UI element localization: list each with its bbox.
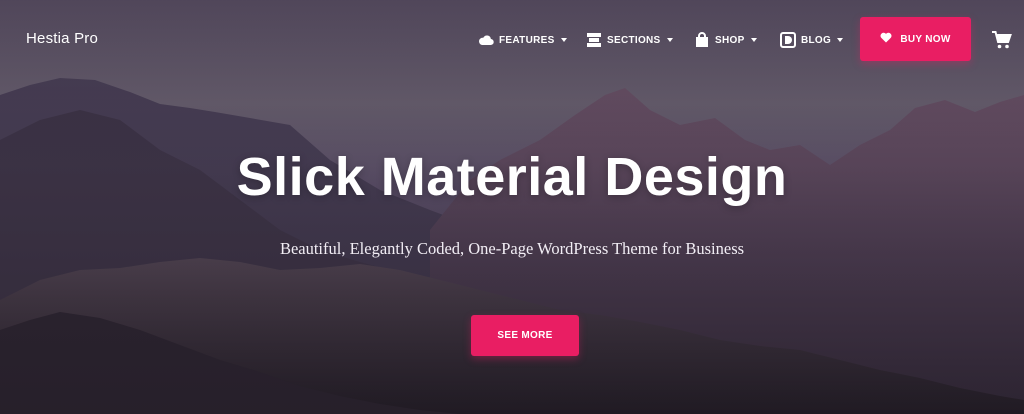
nav-item-shop[interactable]: SHOP: [694, 30, 757, 50]
nav-item-sections[interactable]: SECTIONS: [586, 30, 673, 50]
top-navbar: Hestia Pro FEATURES SECTIONS SHOP BLOG B…: [0, 0, 1024, 80]
hero-subtitle: Beautiful, Elegantly Coded, One-Page Wor…: [279, 239, 745, 258]
shop-bag-icon: [694, 32, 710, 48]
nav-item-blog-label: BLOG: [801, 34, 832, 46]
nav-item-shop-label: SHOP: [715, 34, 745, 46]
chevron-down-icon: [837, 38, 844, 42]
cloud-icon: [478, 32, 494, 48]
buy-now-button[interactable]: BUY NOW: [860, 17, 971, 61]
blog-icon: [780, 32, 796, 48]
sections-icon: [586, 32, 602, 48]
see-more-button[interactable]: SEE MORE: [471, 315, 579, 356]
nav-item-blog[interactable]: BLOG: [780, 30, 844, 50]
nav-item-features[interactable]: FEATURES: [478, 30, 567, 50]
brand-logo[interactable]: Hestia Pro: [26, 30, 98, 47]
nav-item-features-label: FEATURES: [499, 34, 555, 46]
chevron-down-icon: [750, 38, 757, 42]
chevron-down-icon: [666, 38, 673, 42]
heart-icon: [880, 32, 892, 46]
hero-title: Slick Material Design: [236, 147, 788, 207]
cart-icon[interactable]: [992, 31, 1012, 49]
nav-item-sections-label: SECTIONS: [607, 34, 661, 46]
buy-now-label: BUY NOW: [900, 33, 951, 45]
chevron-down-icon: [560, 38, 567, 42]
